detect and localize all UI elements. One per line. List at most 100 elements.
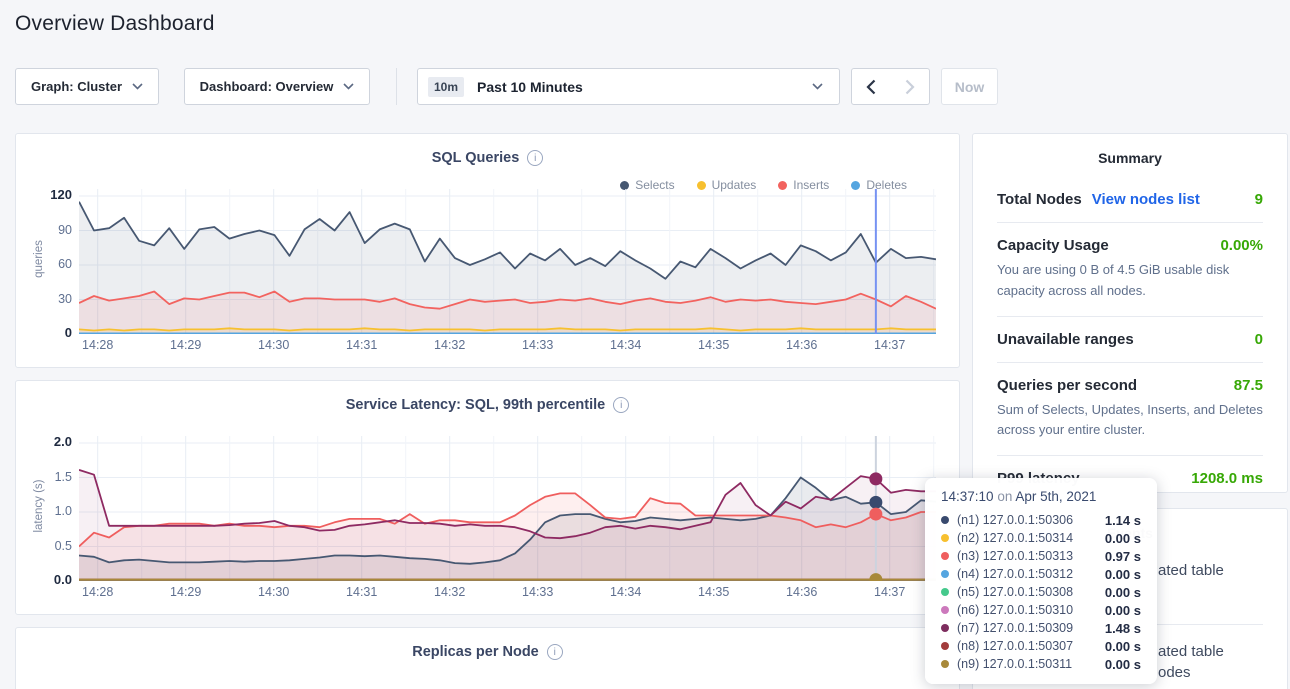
tooltip-node-row: (n9) 127.0.0.1:503110.00 s xyxy=(941,655,1141,673)
x-axis-tick: 14:36 xyxy=(772,585,832,599)
summary-row-capacity: Capacity Usage 0.00% xyxy=(997,237,1263,254)
tooltip-node-row: (n2) 127.0.0.1:503140.00 s xyxy=(941,529,1141,547)
info-icon[interactable]: i xyxy=(547,644,563,660)
summary-divider xyxy=(997,455,1263,456)
time-range-badge: 10m xyxy=(428,77,464,97)
chevron-down-icon xyxy=(132,83,143,90)
x-axis-tick: 14:32 xyxy=(420,338,480,352)
summary-title: Summary xyxy=(997,150,1263,166)
node-dot-icon xyxy=(941,516,949,524)
capacity-usage-value: 0.00% xyxy=(1220,237,1263,254)
dashboard-dropdown[interactable]: Dashboard: Overview xyxy=(184,68,370,105)
sql-queries-chart-card: SQL Queries i Selects Updates Inserts De… xyxy=(15,133,960,368)
x-axis-tick: 14:28 xyxy=(68,338,128,352)
node-dot-icon xyxy=(941,642,949,650)
x-axis-tick: 14:33 xyxy=(508,338,568,352)
page-title: Overview Dashboard xyxy=(15,12,215,36)
x-axis-tick: 14:35 xyxy=(684,338,744,352)
chevron-right-icon xyxy=(905,79,915,95)
tooltip-node-row: (n4) 127.0.0.1:503120.00 s xyxy=(941,565,1141,583)
capacity-usage-description: You are using 0 B of 4.5 GiB usable disk… xyxy=(997,260,1263,302)
sql-queries-chart-title-row: SQL Queries i xyxy=(16,134,959,166)
x-axis-tick: 14:34 xyxy=(596,338,656,352)
node-dot-icon xyxy=(941,534,949,542)
summary-divider xyxy=(997,362,1263,363)
tooltip-node-row: (n1) 127.0.0.1:503061.14 s xyxy=(941,511,1141,529)
summary-divider xyxy=(997,222,1263,223)
service-latency-plot[interactable] xyxy=(79,436,936,581)
tooltip-timestamp: 14:37:10 on Apr 5th, 2021 xyxy=(941,489,1141,504)
x-axis-tick: 14:34 xyxy=(596,585,656,599)
x-axis-tick: 14:32 xyxy=(420,585,480,599)
total-nodes-label: Total Nodes xyxy=(997,191,1082,208)
x-axis-tick: 14:30 xyxy=(244,338,304,352)
chart-hover-tooltip: 14:37:10 on Apr 5th, 2021 (n1) 127.0.0.1… xyxy=(925,478,1157,684)
summary-row-total-nodes: Total Nodes View nodes list 9 xyxy=(997,191,1263,208)
info-icon[interactable]: i xyxy=(527,150,543,166)
x-axis-tick: 14:29 xyxy=(156,338,216,352)
y-axis-tick: 120 xyxy=(24,187,72,203)
event-item: ated table odes xyxy=(1158,641,1224,683)
y-axis-tick: 30 xyxy=(24,291,72,307)
time-range-selector[interactable]: 10m Past 10 Minutes xyxy=(417,68,840,105)
capacity-usage-label: Capacity Usage xyxy=(997,237,1109,254)
x-axis-tick: 14:36 xyxy=(772,338,832,352)
toolbar-divider xyxy=(396,68,397,105)
prev-time-button[interactable] xyxy=(851,68,891,105)
next-time-button[interactable] xyxy=(890,68,930,105)
tooltip-node-row: (n5) 127.0.0.1:503080.00 s xyxy=(941,583,1141,601)
chevron-down-icon xyxy=(343,83,354,90)
sql-queries-plot[interactable] xyxy=(79,189,936,334)
x-axis-tick: 14:28 xyxy=(68,585,128,599)
view-nodes-list-link[interactable]: View nodes list xyxy=(1092,191,1200,208)
event-item: ated table xyxy=(1158,560,1224,581)
dashboard-dropdown-label: Dashboard: Overview xyxy=(200,79,334,94)
graph-dropdown[interactable]: Graph: Cluster xyxy=(15,68,159,105)
info-icon[interactable]: i xyxy=(613,397,629,413)
total-nodes-value: 9 xyxy=(1255,191,1263,208)
service-latency-chart-card: Service Latency: SQL, 99th percentile i … xyxy=(15,380,960,615)
node-dot-icon xyxy=(941,552,949,560)
unavailable-ranges-label: Unavailable ranges xyxy=(997,331,1134,348)
node-dot-icon xyxy=(941,624,949,632)
graph-dropdown-label: Graph: Cluster xyxy=(31,79,122,94)
y-axis-tick: 60 xyxy=(24,256,72,272)
tooltip-node-row: (n7) 127.0.0.1:503091.48 s xyxy=(941,619,1141,637)
tooltip-node-row: (n3) 127.0.0.1:503130.97 s xyxy=(941,547,1141,565)
replicas-chart-title: Replicas per Node xyxy=(412,644,539,660)
time-range-label: Past 10 Minutes xyxy=(477,79,583,95)
y-axis-tick: 0.0 xyxy=(24,572,72,588)
y-axis-tick: 1.5 xyxy=(24,469,72,485)
x-axis-tick: 14:31 xyxy=(332,338,392,352)
y-axis-tick: 1.0 xyxy=(24,503,72,519)
service-latency-chart-title: Service Latency: SQL, 99th percentile xyxy=(346,397,606,413)
node-dot-icon xyxy=(941,606,949,614)
x-axis-tick: 14:33 xyxy=(508,585,568,599)
service-latency-chart-title-row: Service Latency: SQL, 99th percentile i xyxy=(16,381,959,413)
summary-row-qps: Queries per second 87.5 xyxy=(997,377,1263,394)
node-dot-icon xyxy=(941,588,949,596)
x-axis-tick: 14:31 xyxy=(332,585,392,599)
tooltip-node-row: (n6) 127.0.0.1:503100.00 s xyxy=(941,601,1141,619)
x-axis-tick: 14:37 xyxy=(860,585,920,599)
x-axis-tick: 14:29 xyxy=(156,585,216,599)
qps-label: Queries per second xyxy=(997,377,1137,394)
chevron-down-icon xyxy=(812,83,823,90)
now-button[interactable]: Now xyxy=(941,68,998,105)
x-axis-tick: 14:35 xyxy=(684,585,744,599)
y-axis-tick: 0 xyxy=(24,325,72,341)
replicas-per-node-chart-card: Replicas per Node i xyxy=(15,627,960,689)
y-axis-tick: 90 xyxy=(24,222,72,238)
summary-panel: Summary Total Nodes View nodes list 9 Ca… xyxy=(972,133,1288,493)
qps-description: Sum of Selects, Updates, Inserts, and De… xyxy=(997,400,1263,442)
y-axis-tick: 0.5 xyxy=(24,538,72,554)
overview-dashboard-page: Overview Dashboard Graph: Cluster Dashbo… xyxy=(0,0,1290,689)
summary-row-unavailable-ranges: Unavailable ranges 0 xyxy=(997,331,1263,348)
x-axis-tick: 14:30 xyxy=(244,585,304,599)
qps-value: 87.5 xyxy=(1234,377,1263,394)
node-dot-icon xyxy=(941,660,949,668)
tooltip-node-row: (n8) 127.0.0.1:503070.00 s xyxy=(941,637,1141,655)
y-axis-tick: 2.0 xyxy=(24,434,72,450)
x-axis-tick: 14:37 xyxy=(860,338,920,352)
unavailable-ranges-value: 0 xyxy=(1255,331,1263,348)
